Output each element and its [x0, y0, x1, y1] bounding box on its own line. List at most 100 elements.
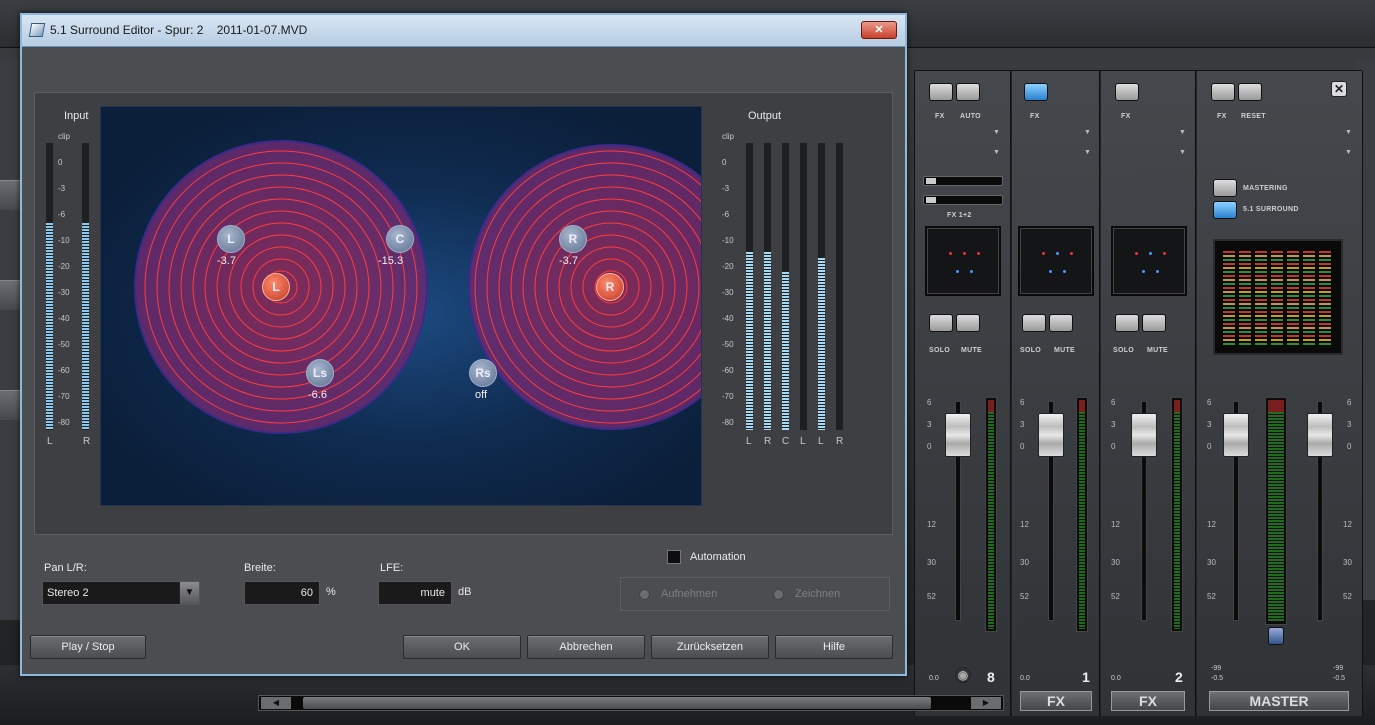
automation-label: Automation: [690, 551, 746, 563]
pan-label: Pan L/R:: [44, 562, 87, 574]
dropdown-arrow-icon[interactable]: ▼: [1345, 129, 1352, 136]
right-sound-field: [468, 144, 701, 430]
mute-button[interactable]: [1142, 314, 1166, 332]
input-scale-tick: -70: [58, 392, 70, 401]
dropdown-arrow-icon[interactable]: ▼: [1084, 129, 1091, 136]
master-fader-left[interactable]: [1223, 413, 1249, 457]
pan-select[interactable]: Stereo 2 ▼: [42, 581, 200, 605]
fader-scale-52: 52: [1343, 592, 1352, 601]
surround-toggle[interactable]: [1213, 201, 1237, 219]
surround-panner-preview[interactable]: [1111, 226, 1187, 296]
dropdown-arrow-icon[interactable]: ▼: [1084, 149, 1091, 156]
input-channel-r: R: [83, 436, 91, 447]
volume-fader[interactable]: [945, 413, 971, 457]
width-input[interactable]: 60: [244, 581, 320, 605]
fader-scale-30: 30: [1207, 558, 1216, 567]
fader-scale-3: 3: [1111, 420, 1116, 429]
volume-fader[interactable]: [1038, 413, 1064, 457]
surround-panner-preview[interactable]: [925, 226, 1001, 296]
fx-send-slider[interactable]: [923, 195, 1003, 205]
source-r-handle[interactable]: R: [596, 273, 624, 301]
solo-label: SOLO: [1113, 347, 1135, 354]
volume-fader[interactable]: [1131, 413, 1157, 457]
automation-group: Aufnehmen Zeichnen: [620, 577, 890, 611]
close-icon[interactable]: ✕: [1331, 81, 1347, 97]
solo-button[interactable]: [1115, 314, 1139, 332]
fx-send-slider[interactable]: [923, 176, 1003, 186]
track-header[interactable]: [0, 280, 22, 310]
output-scale-tick: -50: [722, 340, 734, 349]
surround-panner[interactable]: L -3.7 C -15.3 R -3.7 Ls -6.6 Rs off L R: [100, 106, 702, 506]
master-fader-right[interactable]: [1307, 413, 1333, 457]
close-button[interactable]: ✕: [861, 21, 897, 39]
master-button[interactable]: MASTER: [1209, 691, 1349, 711]
mixer-strip-1: FX ▼ ▼ SOLO MUTE 6 3 0 12 30 52 0.0 1 FX: [1012, 71, 1100, 716]
reset-button[interactable]: [1238, 83, 1262, 101]
help-button[interactable]: Hilfe: [775, 635, 893, 659]
fader-scale-12: 12: [1111, 520, 1120, 529]
record-radio[interactable]: [639, 589, 650, 600]
input-scale-tick: clip: [58, 132, 71, 141]
reset-button[interactable]: Zurücksetzen: [651, 635, 769, 659]
speaker-ls[interactable]: Ls: [306, 359, 334, 387]
speaker-r[interactable]: R: [559, 225, 587, 253]
lfe-input[interactable]: mute: [378, 581, 452, 605]
dropdown-arrow-icon[interactable]: ▼: [993, 129, 1000, 136]
dropdown-arrow-icon[interactable]: ▼: [1345, 149, 1352, 156]
lfe-label: LFE:: [380, 562, 404, 574]
track-header[interactable]: [0, 180, 22, 210]
mute-label: MUTE: [961, 347, 983, 354]
scroll-right-icon[interactable]: ▶: [971, 697, 1001, 709]
speaker-c[interactable]: C: [386, 225, 414, 253]
surround-panner-preview[interactable]: [1018, 226, 1094, 296]
fx-auto-buttons: [929, 83, 980, 101]
ok-button[interactable]: OK: [403, 635, 521, 659]
fx-button[interactable]: [1211, 83, 1235, 101]
dropdown-arrow-icon[interactable]: ▼: [1179, 149, 1186, 156]
fx-button[interactable]: [929, 83, 953, 101]
volume-value: 0.0: [929, 675, 939, 682]
mute-button[interactable]: [956, 314, 980, 332]
chevron-down-icon[interactable]: ▼: [179, 582, 199, 604]
knob-icon[interactable]: ◉: [955, 667, 971, 683]
dropdown-arrow-icon[interactable]: ▼: [993, 149, 1000, 156]
mastering-toggle[interactable]: [1213, 179, 1237, 197]
channel-number: 1: [1082, 669, 1090, 685]
reset-label: RESET: [1241, 113, 1266, 120]
fx-channel-button[interactable]: FX: [1020, 691, 1092, 711]
input-scale-tick: -60: [58, 366, 70, 375]
output-scale-tick: -30: [722, 288, 734, 297]
output-meter: [800, 143, 807, 430]
fader-scale-6: 6: [1347, 398, 1352, 407]
fx-label: FX: [935, 113, 945, 120]
draw-radio[interactable]: [773, 589, 784, 600]
speaker-rs[interactable]: Rs: [469, 359, 497, 387]
fader-scale-30: 30: [1343, 558, 1352, 567]
cancel-button[interactable]: Abbrechen: [527, 635, 645, 659]
output-scale-tick: -80: [722, 418, 734, 427]
mute-label: MUTE: [1147, 347, 1169, 354]
dropdown-arrow-icon[interactable]: ▼: [1179, 129, 1186, 136]
scroll-left-icon[interactable]: ◀: [261, 697, 291, 709]
solo-button[interactable]: [929, 314, 953, 332]
speaker-l[interactable]: L: [217, 225, 245, 253]
output-channel-label: L: [746, 436, 752, 447]
mute-button[interactable]: [1049, 314, 1073, 332]
automation-checkbox[interactable]: [667, 550, 681, 564]
meter-reset-button[interactable]: [1268, 627, 1284, 645]
track-header[interactable]: [0, 390, 22, 420]
horizontal-scrollbar[interactable]: ◀ ▶: [258, 695, 1004, 711]
input-meter-right: [82, 143, 89, 430]
auto-button[interactable]: [956, 83, 980, 101]
source-l-handle[interactable]: L: [262, 273, 290, 301]
fx-button[interactable]: [1115, 83, 1139, 101]
output-channel-label: L: [800, 436, 806, 447]
fx-button[interactable]: [1024, 83, 1048, 101]
dialog-titlebar[interactable]: 5.1 Surround Editor - Spur: 2 2011-01-07…: [22, 15, 905, 47]
fx-channel-button[interactable]: FX: [1111, 691, 1185, 711]
play-stop-button[interactable]: Play / Stop: [30, 635, 146, 659]
scrollbar-thumb[interactable]: [303, 697, 931, 709]
speaker-rs-value: off: [475, 389, 488, 401]
solo-button[interactable]: [1022, 314, 1046, 332]
fader-scale-52: 52: [927, 592, 936, 601]
